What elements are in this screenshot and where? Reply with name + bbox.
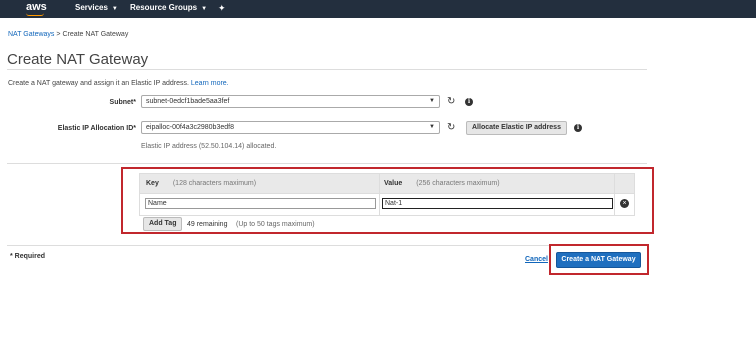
services-menu-label: Services (75, 3, 108, 12)
tags-table-header: Key (128 characters maximum) Value (256 ch… (140, 174, 634, 194)
tags-max-note: (Up to 50 tags maximum) (236, 221, 315, 228)
info-icon[interactable]: i (574, 124, 582, 132)
tags-remaining-count: 49 remaining (187, 221, 228, 228)
breadcrumb-separator: > (56, 31, 61, 38)
value-header-label: Value (384, 180, 403, 187)
breadcrumb-current: Create NAT Gateway (62, 31, 129, 38)
cancel-link[interactable]: Cancel (525, 256, 548, 263)
remove-tag-icon[interactable]: × (620, 199, 629, 208)
chevron-down-icon: ▼ (201, 6, 208, 12)
pushpin-icon[interactable]: ✦ (218, 3, 226, 14)
subnet-select[interactable]: subnet-0edcf1bade5aa3fef ▼ (141, 95, 440, 108)
chevron-down-icon: ▼ (111, 6, 118, 12)
key-column-header: Key (128 characters maximum) (146, 180, 256, 187)
top-navigation-bar: aws Services ▼ Resource Groups ▼ ✦ (0, 0, 756, 18)
caret-down-icon: ▼ (429, 124, 435, 130)
column-divider (379, 174, 380, 215)
breadcrumb: NAT Gateways > Create NAT Gateway (8, 31, 128, 38)
column-divider (614, 174, 615, 215)
aws-logo-smile (26, 13, 44, 16)
info-icon[interactable]: i (465, 98, 473, 106)
resource-groups-menu[interactable]: Resource Groups ▼ (130, 3, 207, 12)
add-tag-button[interactable]: Add Tag (143, 217, 183, 231)
create-nat-gateway-button[interactable]: Create a NAT Gateway (556, 252, 641, 268)
subnet-label: Subnet* (109, 99, 136, 106)
value-column-header: Value (256 characters maximum) (384, 180, 500, 187)
tags-table: Key (128 characters maximum) Value (256 ch… (139, 173, 635, 216)
section-divider (7, 163, 647, 164)
resource-groups-menu-label: Resource Groups (130, 3, 198, 12)
key-header-label: Key (146, 180, 159, 187)
title-divider (7, 69, 647, 70)
allocate-elastic-ip-button[interactable]: Allocate Elastic IP address (466, 121, 567, 135)
value-header-hint: (256 characters maximum) (416, 180, 500, 187)
tag-value-input[interactable]: Nat-1 (382, 198, 613, 209)
services-menu[interactable]: Services ▼ (75, 3, 118, 12)
elastic-ip-select-value: eipalloc-00f4a3c2980b3edf8 (146, 124, 234, 131)
key-header-hint: (128 characters maximum) (172, 180, 257, 187)
refresh-icon[interactable]: ↻ (447, 123, 455, 133)
required-note: * Required (10, 253, 46, 260)
page-title: Create NAT Gateway (7, 51, 149, 68)
elastic-ip-allocated-note: Elastic IP address (52.50.104.14) alloca… (141, 143, 277, 150)
page-description: Create a NAT gateway and assign it an El… (8, 80, 229, 87)
elastic-ip-select[interactable]: eipalloc-00f4a3c2980b3edf8 ▼ (141, 121, 440, 134)
elastic-ip-label: Elastic IP Allocation ID* (57, 125, 136, 132)
refresh-icon[interactable]: ↻ (447, 97, 455, 107)
subnet-select-value: subnet-0edcf1bade5aa3fef (146, 98, 230, 105)
aws-logo-text: aws (26, 1, 47, 13)
caret-down-icon: ▼ (429, 98, 435, 104)
aws-logo[interactable]: aws (20, 0, 54, 18)
learn-more-link[interactable]: Learn more. (191, 80, 229, 87)
breadcrumb-nat-gateways-link[interactable]: NAT Gateways (8, 31, 54, 38)
page-description-text: Create a NAT gateway and assign it an El… (8, 80, 189, 87)
tag-key-input[interactable]: Name (145, 198, 376, 209)
